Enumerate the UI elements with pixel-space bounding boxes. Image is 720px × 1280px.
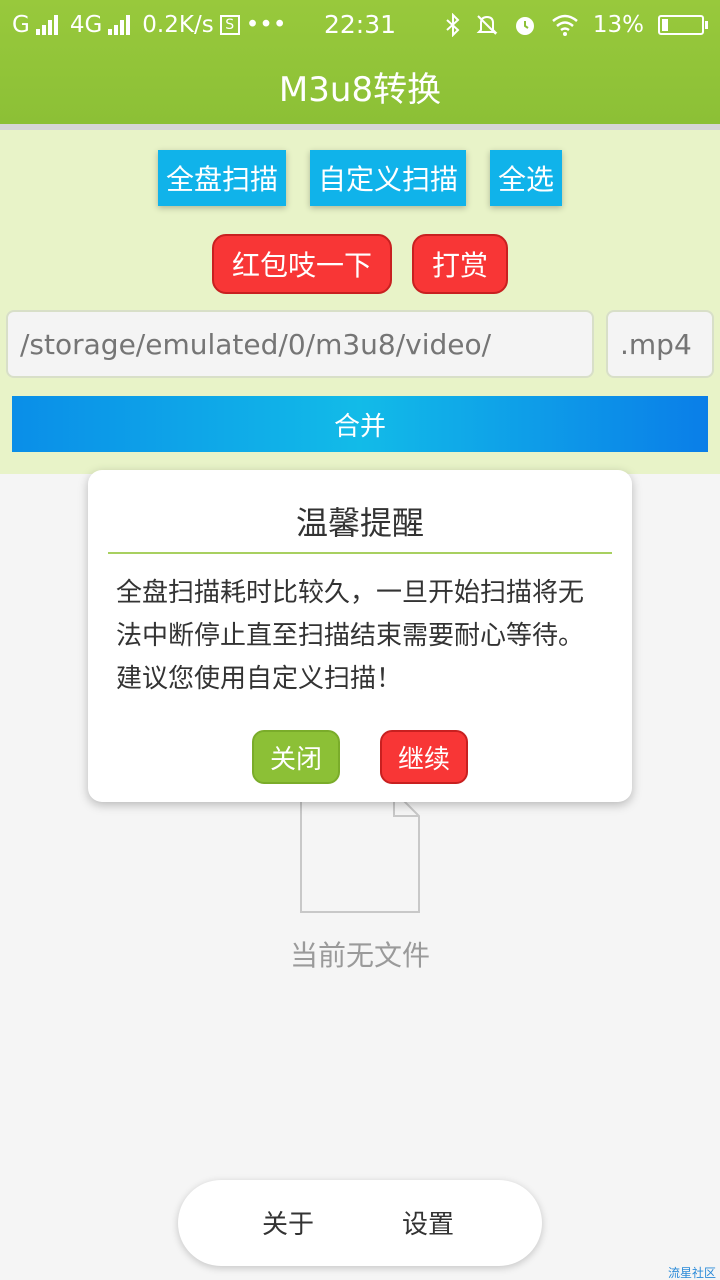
merge-button[interactable]: 合并 [12, 396, 708, 452]
reward-button[interactable]: 打赏 [412, 234, 508, 294]
bottom-nav: 关于 设置 [178, 1180, 542, 1266]
alarm-icon [515, 17, 534, 35]
status-bar: G 4G 0.2K/s S ••• 22:31 13% [0, 0, 720, 50]
dialog-message: 全盘扫描耗时比较久，一旦开始扫描将无法中断停止直至扫描结束需要耐心等待。建议您使… [116, 578, 585, 694]
watermark: 流星社区 [667, 1266, 716, 1280]
settings-link[interactable]: 设置 [402, 1204, 454, 1241]
empty-state-text: 当前无文件 [289, 939, 430, 972]
mute-icon [476, 15, 498, 35]
app-header: G 4G 0.2K/s S ••• 22:31 13% M3u8转换 [0, 0, 720, 124]
app-title: M3u8转换 [278, 70, 442, 110]
select-all-button[interactable]: 全选 [490, 150, 562, 206]
battery-percent: 13% [592, 12, 644, 38]
red-packet-button[interactable]: 红包吱一下 [212, 234, 392, 294]
continue-button[interactable]: 继续 [380, 730, 468, 784]
full-scan-button[interactable]: 全盘扫描 [158, 150, 286, 206]
wifi-icon [552, 14, 578, 36]
empty-file-icon [300, 790, 420, 913]
about-link[interactable]: 关于 [262, 1204, 314, 1241]
path-input[interactable]: /storage/emulated/0/m3u8/video/ [6, 310, 594, 378]
custom-scan-button[interactable]: 自定义扫描 [310, 150, 466, 206]
close-button[interactable]: 关闭 [252, 730, 340, 784]
dialog-title: 温馨提醒 [295, 504, 424, 542]
dialog-divider [108, 552, 612, 554]
bluetooth-icon [446, 13, 460, 37]
extension-input[interactable]: .mp4 [606, 310, 714, 378]
reminder-dialog: 温馨提醒 全盘扫描耗时比较久，一旦开始扫描将无法中断停止直至扫描结束需要耐心等待… [88, 470, 632, 802]
battery-icon [658, 15, 708, 35]
